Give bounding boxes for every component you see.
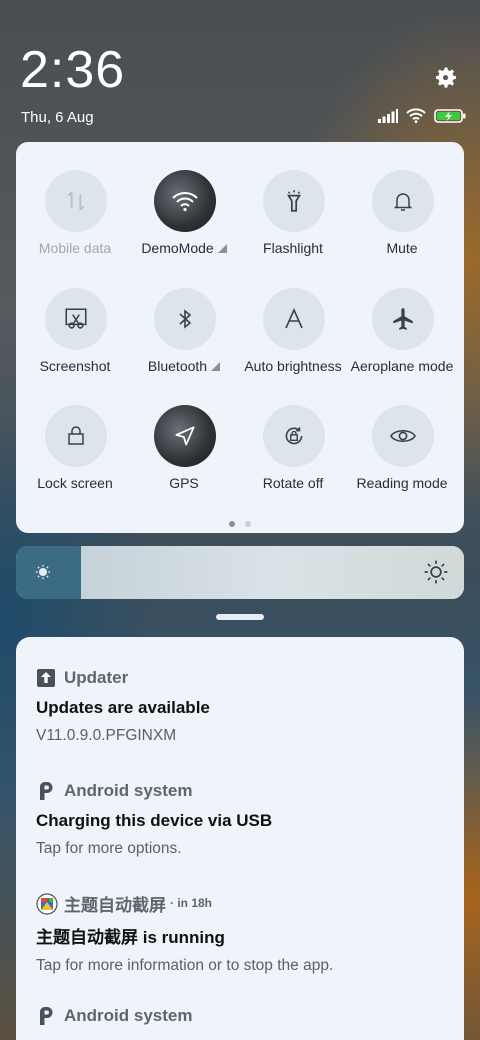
android-system-icon (36, 781, 56, 801)
tile-gps[interactable]: GPS (129, 405, 239, 515)
notification-app-name: Android system (64, 1006, 193, 1025)
tile-label: Aeroplane mode (350, 358, 454, 374)
tile-auto-brightness[interactable]: Auto brightness (238, 288, 348, 398)
date[interactable]: Thu, 6 Aug (21, 109, 94, 126)
notification-header: Android system (36, 780, 456, 802)
tile-label: Reading mode (356, 475, 448, 491)
expand-arrow-icon[interactable] (217, 244, 227, 253)
drag-handle[interactable] (216, 614, 264, 620)
notification-android-system-2[interactable]: Android system (36, 1005, 456, 1027)
notification-body: Tap for more information or to stop the … (36, 957, 334, 974)
tile-label: Lock screen (37, 475, 113, 491)
tile-label: DemoMode (123, 240, 245, 256)
tile-label: Bluetooth (123, 358, 245, 374)
page-dot[interactable] (245, 521, 251, 527)
notification-body: V11.0.9.0.PFGINXM (36, 727, 177, 744)
notification-body: Tap for more options. (36, 840, 182, 857)
location-arrow-icon[interactable] (154, 405, 216, 467)
tile-label: Flashlight (263, 240, 323, 256)
lock-icon[interactable] (45, 405, 107, 467)
tile-flashlight[interactable]: Flashlight (238, 170, 348, 280)
tile-mobile-data[interactable]: Mobile data (20, 170, 130, 280)
tile-label: Mute (386, 240, 418, 256)
settings-gear-icon[interactable] (432, 64, 460, 92)
tile-label: GPS (169, 475, 199, 491)
rotation-lock-icon[interactable] (263, 405, 325, 467)
notification-android-system[interactable]: Android system Charging this device via … (36, 780, 456, 858)
screenshot-icon[interactable] (45, 288, 107, 350)
flashlight-icon[interactable] (263, 170, 325, 232)
notification-header: Updater (36, 667, 456, 689)
notification-app-name: Android system (64, 781, 193, 800)
quick-settings-panel: Mobile data DemoMode Flashlight Mute Scr… (16, 142, 464, 533)
brightness-high-icon (423, 559, 449, 590)
tile-label: Screenshot (39, 358, 111, 374)
notification-header: 主题自动截屏 · in 18h (36, 892, 456, 915)
notification-panel: Updater Updates are available V11.0.9.0.… (16, 637, 464, 1040)
notification-updater[interactable]: Updater Updates are available V11.0.9.0.… (36, 667, 456, 745)
notification-title: Charging this device via USB (36, 811, 273, 830)
tile-screenshot[interactable]: Screenshot (20, 288, 130, 398)
tile-label: Rotate off (262, 475, 324, 491)
wifi-icon (406, 108, 426, 128)
status-area: 2:36 Thu, 6 Aug (0, 0, 480, 140)
tile-label-text: DemoMode (141, 240, 214, 256)
page-dot-active[interactable] (229, 521, 235, 527)
wifi-icon[interactable] (154, 170, 216, 232)
tile-bluetooth[interactable]: Bluetooth (129, 288, 239, 398)
tile-aeroplane-mode[interactable]: Aeroplane mode (347, 288, 457, 398)
auto-brightness-icon[interactable] (263, 288, 325, 350)
notification-app-name: 主题自动截屏 (64, 895, 166, 915)
notification-title: 主题自动截屏 is running (36, 928, 225, 947)
notification-app-name: Updater (64, 668, 129, 687)
airplane-icon[interactable] (372, 288, 434, 350)
tile-demo-mode[interactable]: DemoMode (129, 170, 239, 280)
battery-charging-icon (434, 108, 466, 128)
tile-label: Mobile data (38, 240, 112, 256)
brightness-track (81, 546, 464, 599)
system-icons (378, 108, 466, 128)
brightness-low-icon (31, 560, 55, 589)
theme-app-icon (36, 893, 58, 915)
signal-icon (378, 108, 398, 128)
tile-label: Auto brightness (244, 358, 342, 374)
bell-icon[interactable] (372, 170, 434, 232)
tile-rotate-off[interactable]: Rotate off (238, 405, 348, 515)
bluetooth-icon[interactable] (154, 288, 216, 350)
notification-title: Updates are available (36, 698, 210, 717)
page-indicator (229, 521, 251, 527)
notification-time: · in 18h (170, 896, 213, 910)
expand-arrow-icon[interactable] (211, 362, 221, 371)
clock[interactable]: 2:36 (20, 40, 125, 100)
tile-lock-screen[interactable]: Lock screen (20, 405, 130, 515)
tile-mute[interactable]: Mute (347, 170, 457, 280)
tile-reading-mode[interactable]: Reading mode (347, 405, 457, 515)
notification-header: Android system (36, 1005, 456, 1027)
tile-label-text: Bluetooth (147, 358, 208, 374)
eye-icon[interactable] (372, 405, 434, 467)
notification-theme-screenshot[interactable]: 主题自动截屏 · in 18h 主题自动截屏 is running Tap fo… (36, 892, 456, 975)
android-system-icon (36, 1006, 56, 1026)
mobile-data-icon[interactable] (45, 170, 107, 232)
updater-icon (36, 668, 56, 688)
brightness-slider[interactable] (16, 546, 464, 599)
